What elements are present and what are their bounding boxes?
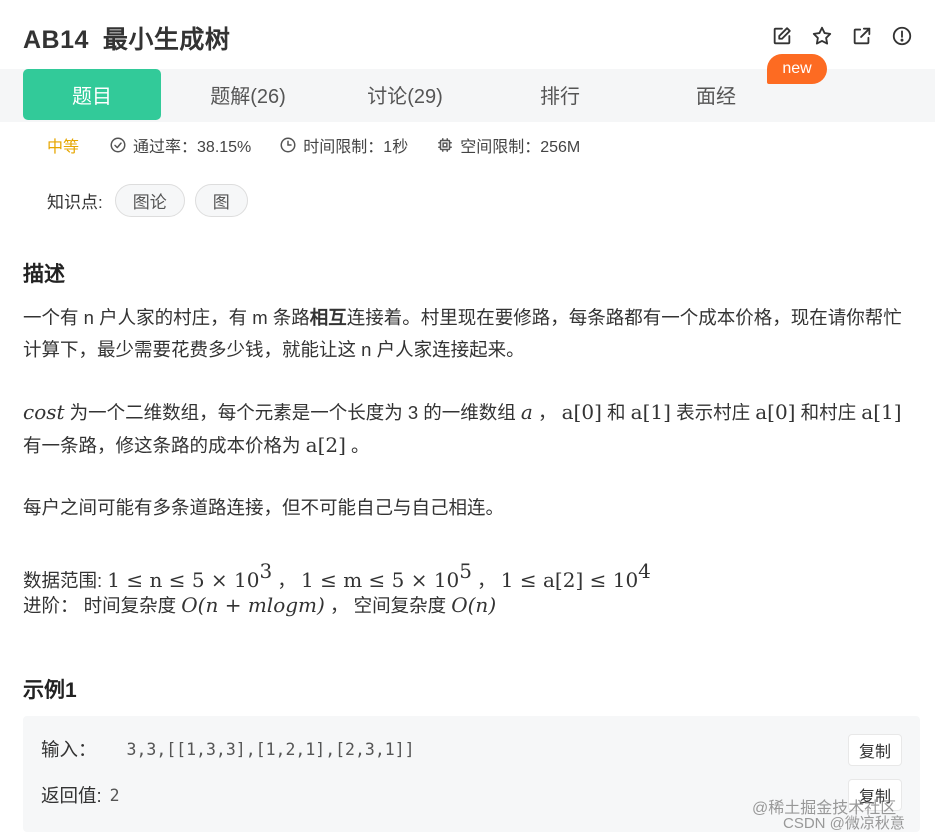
tab-problem[interactable]: 题目 [23, 69, 161, 120]
tab-solutions[interactable]: 题解(26) [178, 69, 318, 120]
problem-meta: 中等 通过率：38.15% 时间限制：1秒 空间限制：256M [47, 132, 608, 158]
description-heading: 描述 [23, 263, 65, 286]
output-value: 2 [109, 785, 120, 805]
input-value: 3,3,[[1,3,3],[1,2,1],[2,3,1]] [126, 739, 415, 759]
description-paragraph-2: cost 为一个二维数组，每个元素是一个长度为 3 的一维数组 a ， a[0]… [23, 400, 902, 457]
tag-graph-theory[interactable]: 图论 [114, 184, 185, 217]
advanced-complexity: 进阶： 时间复杂度 O(n + mlogm) ， 空间复杂度 O(n) [23, 593, 497, 617]
example-output-row: 返回值: 2 [41, 782, 120, 808]
description-paragraph-1: 一个有 n 户人家的村庄，有 m 条路相互连接着。村里现在要修路，每条路都有一个… [23, 307, 902, 360]
tab-interview[interactable]: 面经 [646, 69, 786, 120]
knowledge-label: 知识点: [47, 193, 103, 212]
clock-icon [280, 137, 296, 153]
watermark-csdn: CSDN @微凉秋意 [783, 815, 905, 832]
example-input-row: 输入： 3,3,[[1,3,3],[1,2,1],[2,3,1]] [41, 736, 415, 762]
share-icon[interactable] [850, 24, 874, 48]
page-title: AB14 最小生成树 [23, 20, 230, 56]
problem-name: 最小生成树 [102, 26, 231, 54]
report-icon[interactable] [890, 24, 914, 48]
difficulty-badge: 中等 [47, 139, 80, 156]
knowledge-points: 知识点: 图论 图 [47, 184, 258, 217]
star-icon[interactable] [810, 24, 834, 48]
chip-icon [438, 138, 452, 152]
description-paragraph-3: 每户之间可能有多条道路连接，但不可能自己与自己相连。 [23, 497, 505, 518]
tab-ranking[interactable]: 排行 [490, 69, 630, 120]
tag-graph[interactable]: 图 [194, 184, 248, 217]
output-label: 返回值: [41, 785, 102, 806]
example-heading: 示例1 [23, 679, 77, 702]
pass-rate: 通过率：38.15% [133, 139, 252, 156]
new-badge: new [767, 54, 827, 84]
edit-icon[interactable] [770, 24, 794, 48]
input-label: 输入： [41, 739, 97, 760]
check-circle-icon [110, 137, 126, 153]
memory-limit: 空间限制：256M [460, 139, 581, 156]
time-limit: 时间限制：1秒 [303, 139, 409, 156]
problem-code: AB14 [23, 26, 89, 54]
copy-input-button[interactable]: 复制 [847, 734, 902, 766]
tab-discussion[interactable]: 讨论(29) [335, 69, 475, 120]
